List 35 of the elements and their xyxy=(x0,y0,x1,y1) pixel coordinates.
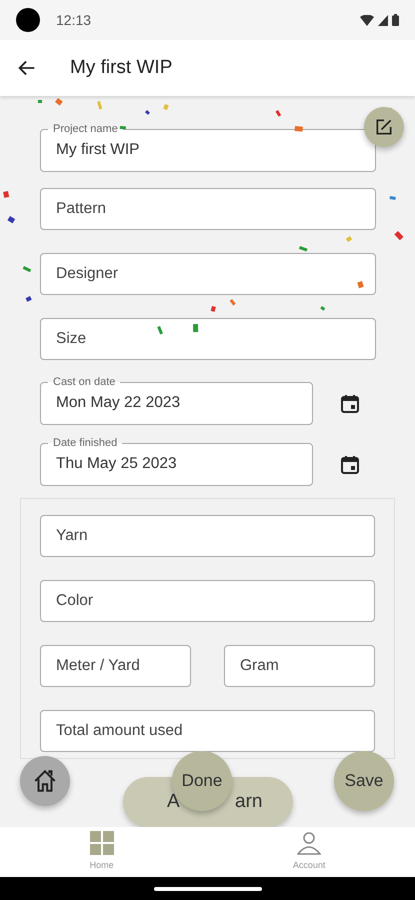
grid-icon xyxy=(90,831,114,856)
text-field[interactable]: Yarn xyxy=(40,515,375,557)
calendar-icon xyxy=(338,453,362,477)
edit-button[interactable] xyxy=(364,107,404,147)
field-label: Cast on date xyxy=(52,376,116,389)
signal-icon xyxy=(378,14,388,26)
camera-hole xyxy=(16,8,40,32)
save-button[interactable]: Save xyxy=(334,751,394,811)
field-value[interactable]: Mon May 22 2023 xyxy=(56,391,297,414)
field-value[interactable]: My first WIP xyxy=(56,138,360,162)
text-field[interactable]: Date finished Thu May 25 2023 xyxy=(40,437,313,486)
text-field[interactable]: Pattern xyxy=(40,188,376,230)
home-icon xyxy=(32,768,58,794)
text-field[interactable]: Project name My first WIP xyxy=(40,123,376,172)
text-field[interactable]: Color xyxy=(40,580,375,622)
field-value[interactable]: Thu May 25 2023 xyxy=(56,452,297,476)
calendar-icon xyxy=(338,392,362,416)
battery-icon xyxy=(392,14,399,26)
text-field[interactable]: Designer xyxy=(40,253,376,295)
field-label: Project name xyxy=(52,123,119,136)
text-field[interactable]: Gram xyxy=(224,645,375,687)
text-field[interactable]: Total amount used xyxy=(40,710,375,752)
home-button[interactable] xyxy=(20,756,70,806)
button-label: arn xyxy=(235,791,262,813)
calendar-button[interactable] xyxy=(338,453,362,477)
wifi-icon xyxy=(360,14,374,26)
text-field[interactable]: Size xyxy=(40,318,376,360)
screen-title: My first WIP xyxy=(69,56,172,80)
field-label: Date finished xyxy=(52,437,118,450)
text-field[interactable]: Cast on date Mon May 22 2023 xyxy=(40,376,313,425)
calendar-button[interactable] xyxy=(338,392,362,416)
text-field[interactable]: Meter / Yard xyxy=(40,645,191,687)
edit-icon xyxy=(374,117,394,137)
person-icon xyxy=(297,831,322,856)
status-time: 12:13 xyxy=(56,10,92,30)
